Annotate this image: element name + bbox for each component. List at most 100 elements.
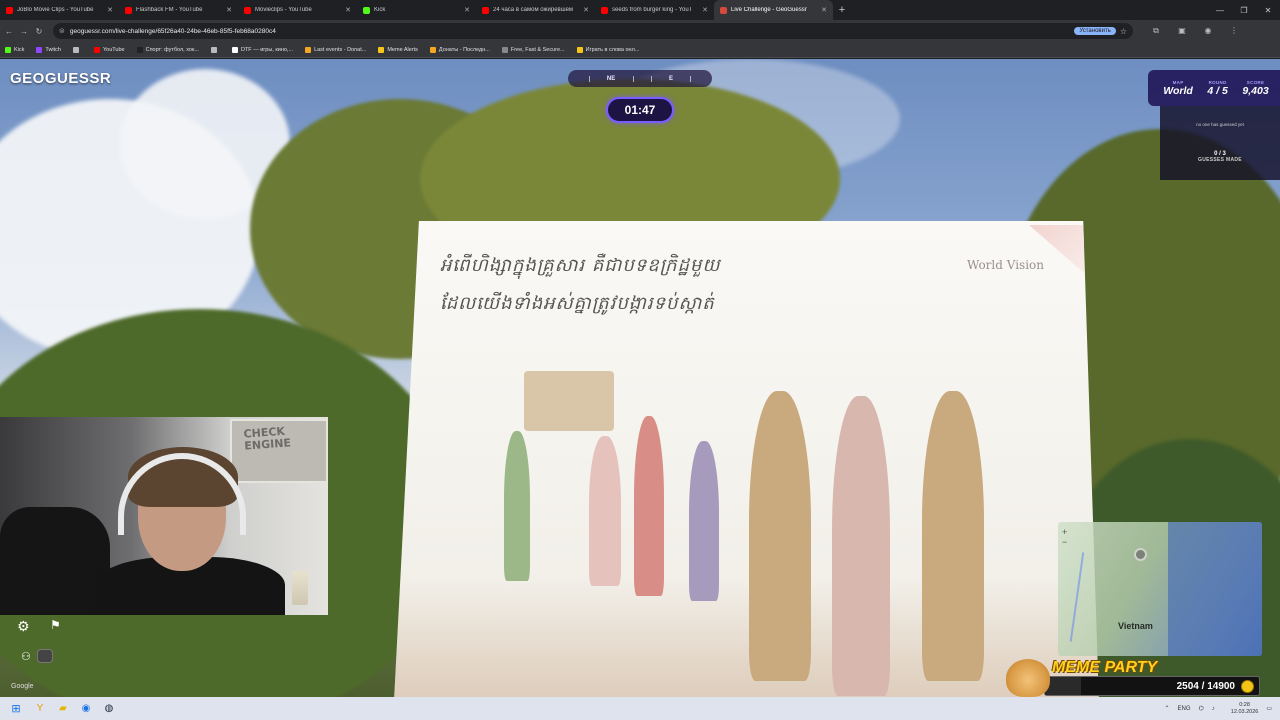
reload-icon[interactable]: ↻ — [33, 20, 45, 42]
tab-title: Kick — [374, 7, 386, 13]
billboard: អំពើហិង្សាក្នុងគ្រួសារ គឺជាបទឧក្រិដ្ឋមួយ… — [394, 221, 1099, 697]
guess-minimap[interactable]: + − Vietnam — [1058, 522, 1262, 656]
browser-toolbar: ← → ↻ ⊜ geoguessr.com/live-challenge/65f… — [0, 20, 1280, 42]
bookmark-item[interactable] — [210, 46, 220, 53]
address-bar[interactable]: ⊜ geoguessr.com/live-challenge/65f26a40-… — [53, 23, 1133, 39]
browser-tab[interactable]: Flashback FM - YouTube ✕ — [119, 0, 238, 20]
player-avatar[interactable] — [37, 649, 53, 663]
restore-icon[interactable]: ❐ — [1232, 0, 1256, 20]
settings-gear-icon[interactable]: ⚙ — [17, 618, 30, 635]
back-icon[interactable]: ← — [3, 20, 15, 42]
bookmark-item[interactable]: DTF — игры, кино,... — [231, 46, 294, 53]
tab-favicon-icon — [482, 6, 489, 14]
tab-close-icon[interactable]: ✕ — [226, 6, 232, 14]
bookmark-item[interactable]: Kick — [5, 46, 25, 53]
compass-tick — [690, 75, 692, 82]
volume-icon[interactable]: ♪ — [1212, 706, 1215, 712]
bookmark-favicon-icon — [210, 46, 217, 53]
browser-tab[interactable]: Kick ✕ — [357, 0, 476, 20]
steam-icon[interactable]: ◍ — [98, 701, 120, 717]
tab-title: JoBlo Movie Clips - YouTube — [17, 7, 94, 13]
menu-icon[interactable]: ⋮ — [1221, 26, 1247, 36]
site-info-icon[interactable]: ⊜ — [59, 27, 65, 35]
clock-time: 0:28 — [1239, 701, 1250, 708]
new-tab-button[interactable]: + — [833, 0, 851, 20]
zoom-out-icon[interactable]: − — [1062, 537, 1067, 547]
billboard-khmer-line-1: អំពើហិង្សាក្នុងគ្រួសារ គឺជាបទឧក្រិដ្ឋមួយ — [440, 255, 721, 276]
chrome-icon[interactable]: ◉ — [75, 701, 97, 717]
return-to-start-flag-icon[interactable]: ⚑ — [50, 618, 61, 632]
status-panel: MAP World ROUND 4 / 5 SCORE 9,403 — [1148, 70, 1280, 106]
bookmark-item[interactable]: Донаты - Последн... — [429, 46, 490, 53]
bookmark-item[interactable]: Спорт: футбол, хок... — [136, 46, 199, 53]
screen: JoBlo Movie Clips - YouTube ✕ Flashback FM… — [0, 0, 1280, 720]
extensions-icon[interactable]: ⧉ — [1143, 26, 1169, 36]
browser-tab[interactable]: 24 часа в самом ожиревшем ✕ — [476, 0, 595, 20]
browser-tab[interactable]: JoBlo Movie Clips - YouTube ✕ — [0, 0, 119, 20]
install-app-button[interactable]: Установить — [1074, 27, 1116, 35]
tab-list: JoBlo Movie Clips - YouTube ✕ Flashback FM… — [0, 0, 833, 20]
bookmark-item[interactable]: Twitch — [36, 46, 61, 53]
billboard-brand: World Vision — [966, 258, 1044, 272]
coin-icon — [1241, 680, 1254, 693]
meme-party-count: 2504 / 14900 — [1176, 681, 1235, 692]
minimize-icon[interactable]: — — [1208, 0, 1232, 20]
players-icon[interactable]: ⚇ — [21, 650, 31, 663]
illustration-police-officer — [922, 391, 984, 681]
minimap-sea — [1168, 522, 1262, 656]
tab-title: 24 часа в самом ожиревшем — [493, 7, 574, 13]
window-controls: — ❐ ✕ — [1208, 0, 1280, 20]
bookmark-star-icon[interactable]: ☆ — [1120, 27, 1127, 36]
meme-party-progress: 2504 / 14900 — [1044, 676, 1260, 696]
windows-start-icon[interactable]: ⊞ — [4, 702, 28, 715]
guesses-panel: no one has guessed yet 0 / 3 GUESSES MAD… — [1160, 106, 1280, 180]
tab-close-icon[interactable]: ✕ — [464, 6, 470, 14]
browser-tab[interactable]: seeds from burger king - YouT ✕ — [595, 0, 714, 20]
meme-party-widget: 2504 / 14900 MEME PARTY — [1004, 659, 1260, 697]
tab-close-icon[interactable]: ✕ — [107, 6, 113, 14]
network-icon[interactable]: ⌬ — [1199, 705, 1204, 712]
round-status: ROUND 4 / 5 — [1207, 80, 1227, 97]
minimap-zoom-controls: + − — [1062, 527, 1067, 547]
bookmark-label: Kick — [14, 46, 25, 53]
tab-title: Flashback FM - YouTube — [136, 7, 203, 13]
bookmark-item[interactable]: Free, Fast & Secure... — [501, 46, 565, 53]
tab-close-icon[interactable]: ✕ — [583, 6, 589, 14]
language-indicator[interactable]: ENG — [1178, 706, 1191, 712]
bookmark-favicon-icon — [136, 46, 143, 53]
forward-icon[interactable]: → — [18, 20, 30, 42]
tab-close-icon[interactable]: ✕ — [702, 6, 708, 14]
bookmark-item[interactable]: Last events - Donat... — [305, 46, 366, 53]
yandex-browser-icon[interactable]: Y — [29, 701, 51, 717]
illustration-figure — [589, 436, 621, 586]
close-window-icon[interactable]: ✕ — [1256, 0, 1280, 20]
bookmark-favicon-icon — [429, 46, 436, 53]
geoguessr-logo[interactable]: GEOGUESSR — [10, 70, 111, 87]
bookmark-item[interactable] — [72, 46, 82, 53]
illustration-figure — [689, 441, 719, 601]
clock[interactable]: 0:28 12.03.2026 — [1223, 702, 1259, 716]
bookmark-favicon-icon — [576, 46, 583, 53]
browser-tab[interactable]: Live Challenge - GeoGuessr ✕ — [714, 0, 833, 20]
bookmark-label: DTF — игры, кино,... — [240, 46, 294, 53]
compass-ne: NE — [606, 75, 616, 82]
tab-close-icon[interactable]: ✕ — [821, 6, 827, 14]
profile-icon[interactable]: ◉ — [1195, 26, 1221, 36]
tray-chevron-icon[interactable]: ⌃ — [1165, 705, 1170, 712]
browser-tab[interactable]: Movieclips - YouTube ✕ — [238, 0, 357, 20]
tab-favicon-icon — [601, 6, 608, 14]
tab-close-icon[interactable]: ✕ — [345, 6, 351, 14]
zoom-in-icon[interactable]: + — [1062, 527, 1067, 537]
notifications-icon[interactable]: ▭ — [1266, 705, 1272, 712]
sidepanel-icon[interactable]: ▣ — [1169, 26, 1195, 36]
bookmark-item[interactable]: Играть в слова онл... — [576, 46, 639, 53]
drink-can — [292, 571, 308, 605]
illustration-police-officer — [749, 391, 811, 681]
tab-favicon-icon — [244, 6, 251, 14]
compass-tick — [632, 75, 634, 82]
file-explorer-icon[interactable]: ▰ — [52, 701, 74, 717]
tab-favicon-icon — [363, 6, 370, 14]
bookmarks-bar: Kick Twitch YouTube Спорт: футбол, хок... DT… — [0, 42, 1280, 58]
bookmark-item[interactable]: YouTube — [93, 46, 125, 53]
bookmark-item[interactable]: Meme Alerts — [378, 46, 418, 53]
